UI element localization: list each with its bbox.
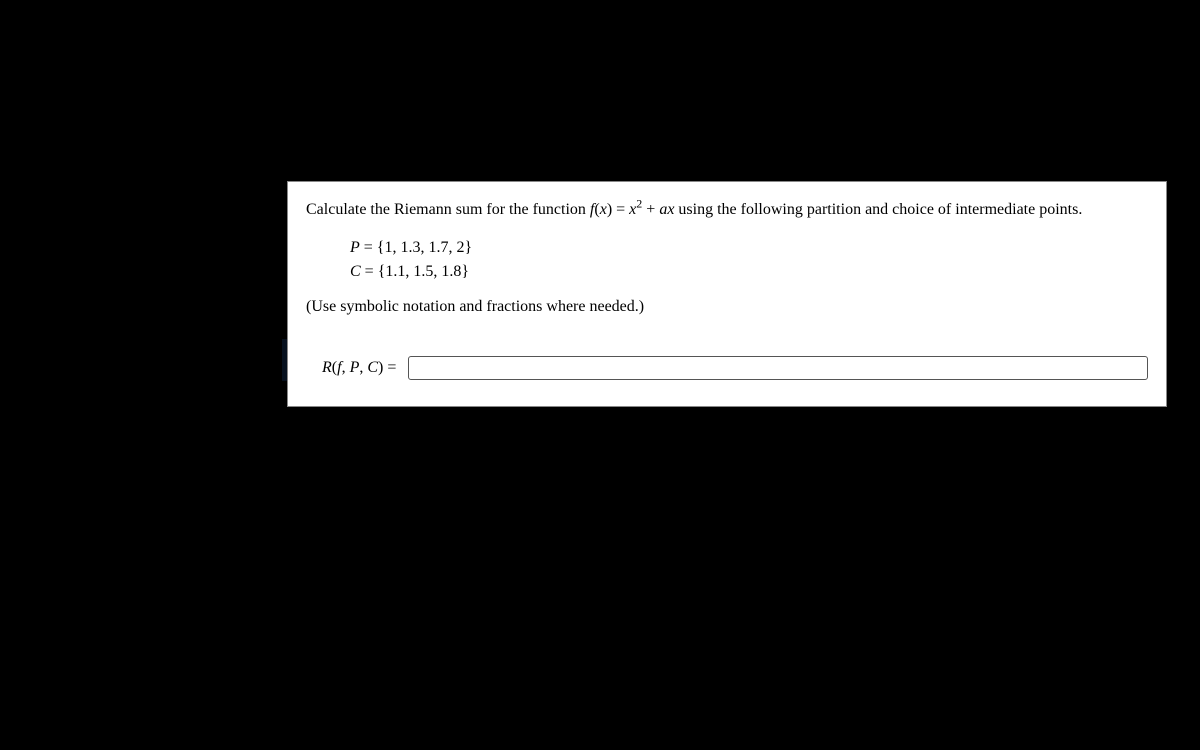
- ans-C: C: [367, 359, 378, 376]
- func-var: x: [600, 201, 607, 218]
- question-prompt: Calculate the Riemann sum for the functi…: [306, 198, 1148, 222]
- instruction-note: (Use symbolic notation and fractions whe…: [306, 298, 1148, 316]
- C-label: C: [350, 263, 361, 280]
- answer-input[interactable]: [408, 356, 1148, 380]
- ans-close: ) =: [378, 359, 396, 376]
- answer-row: R(f, P, C) =: [322, 356, 1148, 380]
- prompt-intro-pre: Calculate the Riemann sum for the functi…: [306, 201, 590, 218]
- partition-P: P = {1, 1.3, 1.7, 2}: [350, 236, 1148, 260]
- question-panel: Calculate the Riemann sum for the functi…: [287, 181, 1167, 407]
- prompt-intro-post: using the following partition and choice…: [678, 201, 1082, 218]
- answer-label: R(f, P, C) =: [322, 359, 396, 377]
- func-close-eq: ) =: [607, 201, 629, 218]
- P-label: P: [350, 239, 360, 256]
- choice-C: C = {1.1, 1.5, 1.8}: [350, 260, 1148, 284]
- func-plus: +: [642, 201, 659, 218]
- given-values: P = {1, 1.3, 1.7, 2} C = {1.1, 1.5, 1.8}: [350, 236, 1148, 284]
- P-value: = {1, 1.3, 1.7, 2}: [360, 239, 472, 256]
- ans-c1: ,: [342, 359, 350, 376]
- C-value: = {1.1, 1.5, 1.8}: [361, 263, 469, 280]
- func-x2: x: [667, 201, 674, 218]
- ans-R: R: [322, 359, 332, 376]
- ans-P: P: [350, 359, 360, 376]
